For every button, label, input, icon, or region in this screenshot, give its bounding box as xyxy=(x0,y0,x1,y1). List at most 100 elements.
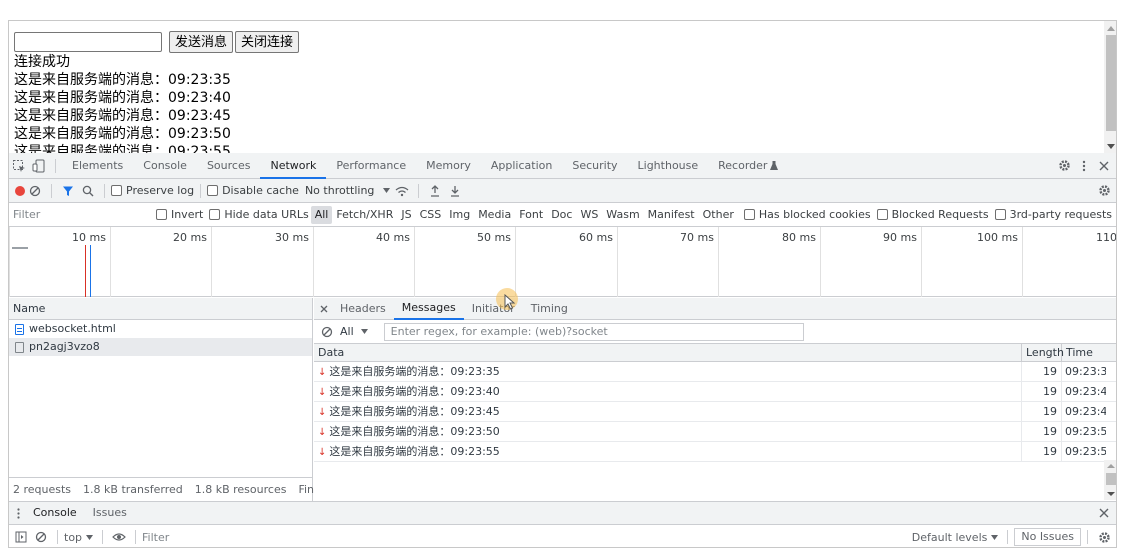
tab-messages[interactable]: Messages xyxy=(393,298,464,320)
close-drawer-icon[interactable] xyxy=(1094,503,1114,523)
filter-type-wasm[interactable]: Wasm xyxy=(602,208,643,221)
scroll-up-icon[interactable] xyxy=(1107,26,1115,31)
timeline-tick-label: 110 xyxy=(1096,231,1117,244)
message-input[interactable] xyxy=(14,32,162,52)
checkbox-box[interactable] xyxy=(209,209,221,220)
filter-type-fetch-xhr[interactable]: Fetch/XHR xyxy=(332,208,397,221)
third-party-checkbox[interactable]: 3rd-party requests xyxy=(994,208,1112,221)
drawer-tab-console[interactable]: Console xyxy=(25,502,85,524)
sidebar-toggle-icon[interactable] xyxy=(11,527,31,547)
clear-messages-icon[interactable] xyxy=(320,322,334,342)
close-detail-icon[interactable] xyxy=(316,299,332,319)
network-overview-timeline[interactable]: 10 ms 20 ms 30 ms 40 ms 50 ms 60 ms 70 m… xyxy=(9,227,1117,297)
filter-funnel-icon[interactable] xyxy=(58,181,78,201)
scroll-thumb[interactable] xyxy=(1106,473,1116,485)
context-select[interactable]: top xyxy=(64,531,82,544)
invert-checkbox[interactable]: Invert xyxy=(155,208,203,221)
record-icon[interactable] xyxy=(15,185,25,196)
network-settings-gear-icon[interactable] xyxy=(1094,181,1114,201)
disable-cache-checkbox[interactable]: Disable cache xyxy=(207,184,299,197)
message-row[interactable]: ↓这是来自服务端的消息：09:23:55 19 09:23:55... xyxy=(314,442,1116,462)
export-har-icon[interactable] xyxy=(445,181,465,201)
page-scrollbar[interactable] xyxy=(1104,21,1116,153)
filter-type-img[interactable]: Img xyxy=(445,208,474,221)
checkbox-box[interactable] xyxy=(876,209,888,220)
throttling-select[interactable]: No throttling xyxy=(305,184,374,197)
message-row[interactable]: ↓这是来自服务端的消息：09:23:45 19 09:23:45... xyxy=(314,402,1116,422)
blocked-requests-checkbox[interactable]: Blocked Requests xyxy=(876,208,989,221)
filter-type-doc[interactable]: Doc xyxy=(547,208,576,221)
more-options-icon[interactable] xyxy=(1074,156,1094,176)
scroll-thumb[interactable] xyxy=(1106,35,1116,131)
send-message-button[interactable]: 发送消息 xyxy=(169,31,234,53)
inspect-element-icon[interactable] xyxy=(9,156,29,176)
dropdown-arrow-icon[interactable] xyxy=(987,527,1001,547)
filter-input[interactable]: Filter xyxy=(9,208,156,221)
scroll-down-icon[interactable] xyxy=(1107,144,1115,149)
tab-security[interactable]: Security xyxy=(562,153,627,179)
messages-scrollbar[interactable] xyxy=(1104,460,1116,500)
settings-gear-icon[interactable] xyxy=(1054,156,1074,176)
dropdown-arrow-icon[interactable] xyxy=(82,527,96,547)
tab-lighthouse[interactable]: Lighthouse xyxy=(628,153,709,179)
websocket-icon xyxy=(15,341,24,353)
request-row-selected[interactable]: pn2agj3vzo8 xyxy=(9,338,312,356)
drawer-tab-issues[interactable]: Issues xyxy=(85,502,135,524)
scroll-up-icon[interactable] xyxy=(1107,464,1115,468)
filter-type-js[interactable]: JS xyxy=(397,208,415,221)
checkbox-box[interactable] xyxy=(207,185,219,196)
filter-type-all[interactable]: All xyxy=(310,205,333,224)
live-expression-eye-icon[interactable] xyxy=(109,527,129,547)
drawer-menu-icon[interactable] xyxy=(11,503,25,523)
checkbox-box[interactable] xyxy=(155,209,167,220)
filter-type-css[interactable]: CSS xyxy=(416,208,446,221)
message-type-select[interactable]: All xyxy=(340,325,354,338)
scroll-down-icon[interactable] xyxy=(1107,492,1115,496)
column-header-time[interactable]: Time xyxy=(1062,344,1106,361)
filter-type-ws[interactable]: WS xyxy=(576,208,602,221)
filter-type-font[interactable]: Font xyxy=(515,208,547,221)
tab-network[interactable]: Network xyxy=(260,153,327,179)
preserve-log-checkbox[interactable]: Preserve log xyxy=(111,184,194,197)
timeline-tick: 110 xyxy=(1022,227,1117,297)
tab-elements[interactable]: Elements xyxy=(62,153,133,179)
clear-icon[interactable] xyxy=(25,181,45,201)
issues-button[interactable]: No Issues xyxy=(1014,528,1081,546)
tab-timing[interactable]: Timing xyxy=(523,298,576,320)
close-connection-button[interactable]: 关闭连接 xyxy=(235,31,300,53)
close-devtools-icon[interactable] xyxy=(1094,156,1114,176)
filter-type-manifest[interactable]: Manifest xyxy=(644,208,699,221)
tab-recorder[interactable]: Recorder xyxy=(708,153,769,179)
console-settings-gear-icon[interactable] xyxy=(1094,527,1114,547)
network-conditions-icon[interactable] xyxy=(392,181,412,201)
message-row[interactable]: ↓这是来自服务端的消息：09:23:35 19 09:23:35... xyxy=(314,362,1116,382)
message-row[interactable]: ↓这是来自服务端的消息：09:23:50 19 09:23:50... xyxy=(314,422,1116,442)
tab-performance[interactable]: Performance xyxy=(326,153,416,179)
column-header-data[interactable]: Data xyxy=(314,344,1022,361)
message-row[interactable]: ↓这是来自服务端的消息：09:23:40 19 09:23:40... xyxy=(314,382,1116,402)
filter-type-media[interactable]: Media xyxy=(474,208,515,221)
device-toolbar-icon[interactable] xyxy=(29,156,49,176)
regex-filter-input[interactable]: Enter regex, for example: (web)?socket xyxy=(383,322,804,341)
column-header-name[interactable]: Name xyxy=(9,298,312,320)
tab-sources[interactable]: Sources xyxy=(197,153,261,179)
clear-console-icon[interactable] xyxy=(31,527,51,547)
checkbox-box[interactable] xyxy=(111,185,122,196)
search-icon[interactable] xyxy=(78,181,98,201)
column-header-length[interactable]: Length xyxy=(1022,344,1064,361)
dropdown-arrow-icon[interactable] xyxy=(380,181,392,201)
request-row[interactable]: websocket.html xyxy=(9,320,312,338)
checkbox-box[interactable] xyxy=(743,209,755,220)
tab-memory[interactable]: Memory xyxy=(416,153,481,179)
tab-application[interactable]: Application xyxy=(481,153,562,179)
log-levels-select[interactable]: Default levels xyxy=(912,531,988,544)
tab-headers[interactable]: Headers xyxy=(332,298,394,320)
filter-type-other[interactable]: Other xyxy=(699,208,738,221)
checkbox-box[interactable] xyxy=(994,209,1006,220)
dropdown-arrow-icon[interactable] xyxy=(354,322,376,342)
import-har-icon[interactable] xyxy=(425,181,445,201)
console-filter-input[interactable]: Filter xyxy=(142,531,902,544)
tab-console[interactable]: Console xyxy=(133,153,197,179)
has-blocked-cookies-checkbox[interactable]: Has blocked cookies xyxy=(743,208,871,221)
hide-data-urls-checkbox[interactable]: Hide data URLs xyxy=(209,208,309,221)
